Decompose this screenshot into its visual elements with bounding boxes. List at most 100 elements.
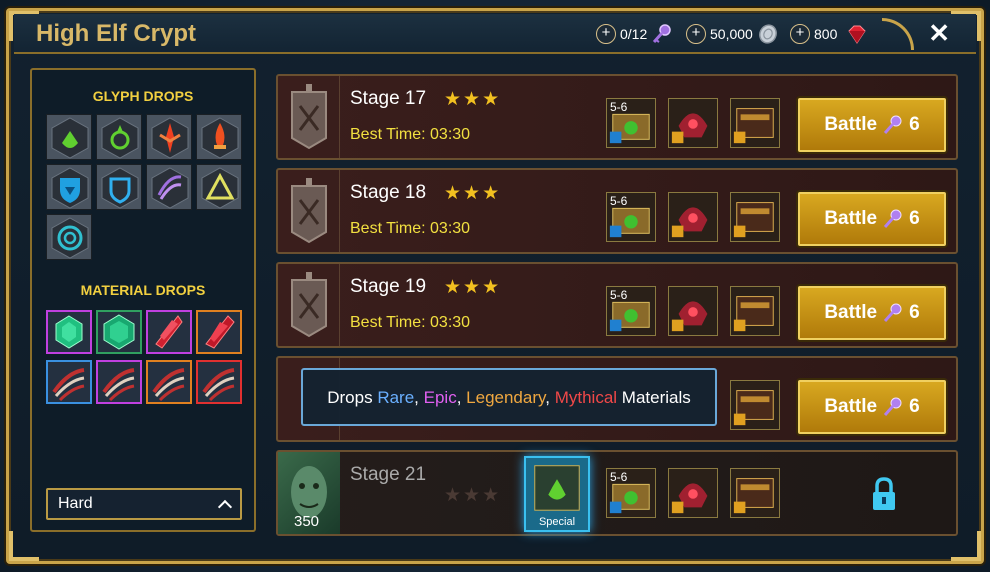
key-icon (883, 303, 902, 322)
boss-drop[interactable] (668, 468, 718, 518)
silver-count: 50,000 (710, 26, 753, 42)
tooltip-text: Materials (617, 388, 691, 407)
stage-row-19[interactable]: Stage 19 ★★★ Best Time: 03:30 5-6 Battle… (276, 262, 958, 348)
battle-label: Battle (824, 302, 878, 323)
resist-glyph-icon[interactable] (46, 214, 92, 260)
crimson-shard-icon[interactable] (196, 310, 242, 354)
drops-tooltip: Drops Rare, Epic, Legendary, Mythical Ma… (301, 368, 717, 426)
gear-drop[interactable] (730, 468, 780, 518)
tooltip-epic: Epic (423, 388, 457, 407)
ruby-gem-icon (848, 25, 867, 44)
atk-ring-glyph-icon[interactable] (96, 114, 142, 160)
page-title: High Elf Crypt (36, 20, 196, 47)
gear-drop[interactable] (730, 286, 780, 336)
stage-stars: ★★★ (444, 277, 502, 298)
stage-row-17[interactable]: Stage 17 ★★★ Best Time: 03:30 5-6 Battle… (276, 74, 958, 160)
battle-button[interactable]: Battle 6 (798, 192, 946, 246)
crimson-shard-icon[interactable] (146, 310, 192, 354)
boss-skull-icon (671, 301, 708, 332)
key-icon (653, 24, 671, 43)
best-time: Best Time: 03:30 (350, 220, 471, 237)
chevron-up-icon (217, 499, 233, 515)
stage-stars: ★★★ (444, 485, 502, 506)
armor-chest-icon (733, 390, 774, 426)
drops-panel: GLYPH DROPS MATERIAL DROPS Hard (30, 68, 256, 532)
battle-button[interactable]: Battle 6 (798, 380, 946, 434)
gear-drop[interactable] (730, 380, 780, 430)
tooltip-rare: Rare (377, 388, 415, 407)
special-label: Special (538, 516, 576, 528)
glyph-drops-title: GLYPH DROPS (92, 88, 194, 104)
silver-coin-icon (758, 24, 777, 44)
speed-glyph-icon[interactable] (146, 164, 192, 210)
crit-glyph-icon[interactable] (146, 114, 192, 160)
glyph-chest-drop[interactable]: 5-6 (606, 98, 656, 148)
stage-row-21[interactable]: 350 Stage 21 ★★★ Special 5-6 (276, 450, 958, 536)
boss-drop[interactable] (668, 98, 718, 148)
claw-icon[interactable] (146, 360, 192, 404)
key-icon (883, 209, 902, 228)
add-gems-button[interactable]: + (790, 24, 810, 44)
silver-resource: + 50,000 (686, 22, 779, 46)
special-reward[interactable]: Special (524, 456, 590, 532)
tooltip-legendary: Legendary (466, 388, 546, 407)
battle-label: Battle (824, 396, 878, 417)
battle-button[interactable]: Battle 6 (798, 98, 946, 152)
emerald-gem-icon[interactable] (96, 310, 142, 354)
special-glyph-icon (534, 465, 580, 511)
boss-drop[interactable] (668, 192, 718, 242)
difficulty-value: Hard (58, 495, 93, 512)
boss-skull-icon (671, 483, 708, 514)
crossed-swords-banner-icon (291, 272, 327, 338)
drop-level: 5-6 (610, 194, 628, 208)
glyph-chest-drop[interactable]: 5-6 (606, 192, 656, 242)
battle-cost: 6 (909, 208, 920, 229)
crossed-swords-banner-icon (291, 178, 327, 244)
gear-drop[interactable] (730, 192, 780, 242)
back-button[interactable] (882, 18, 914, 50)
armor-chest-icon (733, 202, 774, 238)
gear-drop[interactable] (730, 98, 780, 148)
tooltip-sep: , (456, 388, 467, 407)
tooltip-text: Drops (327, 388, 378, 407)
gems-resource: + 800 (790, 22, 871, 46)
offense-glyph-icon[interactable] (46, 114, 92, 160)
frame-corner (9, 531, 39, 561)
glyph-chest-drop[interactable]: 5-6 (606, 468, 656, 518)
drop-level: 5-6 (610, 100, 628, 114)
key-icon (883, 397, 902, 416)
accuracy-glyph-icon[interactable] (196, 164, 242, 210)
claw-icon[interactable] (46, 360, 92, 404)
material-drops-title: MATERIAL DROPS (80, 282, 206, 298)
battle-cost: 6 (909, 302, 920, 323)
stage-banner (278, 76, 340, 158)
def-glyph-icon[interactable] (96, 164, 142, 210)
stage-name: Stage 19 (350, 276, 427, 297)
stage-banner (278, 264, 340, 346)
battle-label: Battle (824, 208, 878, 229)
boss-portrait: 350 (278, 452, 340, 534)
add-keys-button[interactable]: + (596, 24, 616, 44)
close-button[interactable]: ✕ (928, 20, 950, 46)
battle-cost: 6 (909, 114, 920, 135)
battle-cost: 6 (909, 396, 920, 417)
defense-glyph-icon[interactable] (46, 164, 92, 210)
add-silver-button[interactable]: + (686, 24, 706, 44)
claw-icon[interactable] (196, 360, 242, 404)
glyph-chest-drop[interactable]: 5-6 (606, 286, 656, 336)
difficulty-dropdown[interactable]: Hard (46, 488, 242, 520)
fire-glyph-icon[interactable] (196, 114, 242, 160)
stage-name: Stage 17 (350, 88, 427, 109)
battle-button[interactable]: Battle 6 (798, 286, 946, 340)
tooltip-mythical: Mythical (554, 388, 618, 407)
lock-icon (873, 477, 895, 510)
emerald-gem-icon[interactable] (46, 310, 92, 354)
power-value: 350 (294, 513, 320, 530)
boss-drop[interactable] (668, 286, 718, 336)
stage-row-18[interactable]: Stage 18 ★★★ Best Time: 03:30 5-6 Battle… (276, 168, 958, 254)
best-time: Best Time: 03:30 (350, 314, 471, 331)
stage-stars: ★★★ (444, 89, 502, 110)
crossed-swords-banner-icon (291, 84, 327, 150)
stage-name: Stage 21 (350, 464, 427, 485)
claw-icon[interactable] (96, 360, 142, 404)
